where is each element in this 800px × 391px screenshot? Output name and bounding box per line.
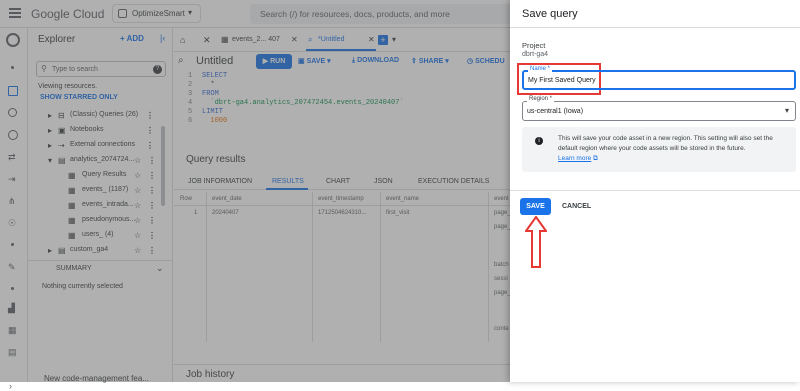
info-box: i This will save your code asset in a ne… xyxy=(522,127,796,172)
region-label: Region * xyxy=(527,96,555,102)
dialog-title: Save query xyxy=(522,8,578,20)
name-label: Name * xyxy=(528,66,553,72)
dialog-divider xyxy=(510,190,800,191)
name-field[interactable]: Name * My First Saved Query xyxy=(522,66,796,90)
project-value: dbrt-ga4 xyxy=(522,51,549,58)
region-select[interactable]: Region * us-central1 (Iowa) ▾ xyxy=(522,96,796,121)
project-label: Project xyxy=(522,41,546,50)
arrow-annotation xyxy=(525,216,547,268)
save-query-dialog: Save query Project dbrt-ga4 Name * My Fi… xyxy=(510,0,800,382)
dropdown-arrow-icon: ▾ xyxy=(785,106,790,115)
modal-backdrop[interactable] xyxy=(0,0,510,382)
learn-more-label: Learn more xyxy=(558,155,592,162)
save-button-label: SAVE xyxy=(526,203,545,210)
region-value: us-central1 (Iowa) xyxy=(527,108,584,115)
name-value: My First Saved Query xyxy=(528,77,596,84)
expand-rail-icon[interactable]: › xyxy=(9,381,12,391)
info-text: This will save your code asset in a new … xyxy=(558,135,773,152)
external-link-icon: ⧉ xyxy=(593,155,598,162)
learn-more-link[interactable]: Learn more ⧉ xyxy=(558,155,598,163)
cancel-button-label: CANCEL xyxy=(562,203,592,210)
dialog-divider xyxy=(510,27,800,28)
save-button[interactable]: SAVE xyxy=(520,198,551,215)
cancel-button[interactable]: CANCEL xyxy=(562,203,591,210)
info-icon: i xyxy=(535,137,543,145)
